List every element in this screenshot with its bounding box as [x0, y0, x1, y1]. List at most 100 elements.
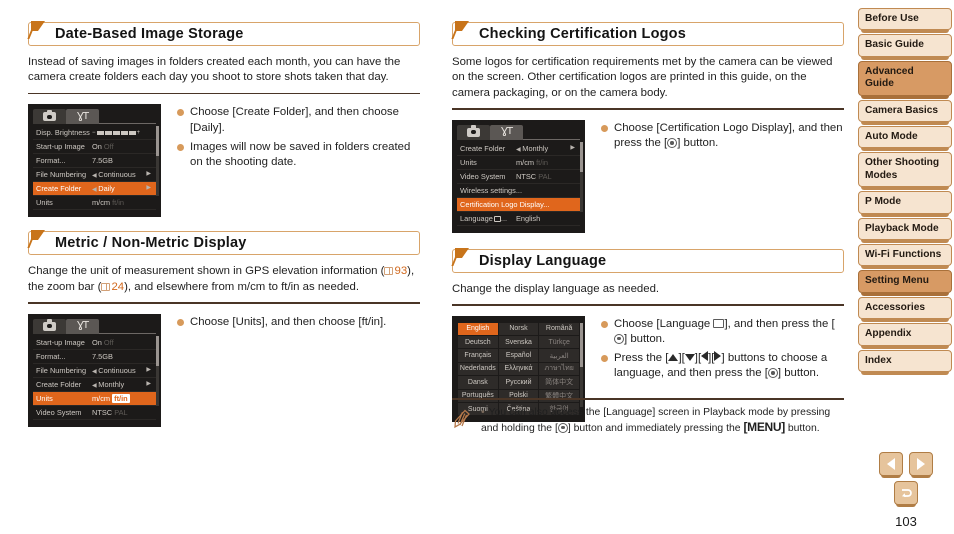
- tab-settings[interactable]: ƔT: [66, 318, 99, 334]
- language-scrollbar[interactable]: [580, 322, 583, 407]
- return-button[interactable]: [894, 481, 918, 507]
- brightness-slider[interactable]: − +: [92, 130, 140, 136]
- section-header: Date-Based Image Storage: [27, 21, 420, 46]
- sidebar-item-advanced-guide[interactable]: Advanced Guide: [858, 60, 952, 99]
- sidebar-item-accessories[interactable]: Accessories: [858, 296, 952, 323]
- menu-row[interactable]: Language... English: [457, 212, 580, 226]
- book-icon: [101, 282, 111, 291]
- right-arrow-icon[interactable]: ▶: [146, 380, 151, 387]
- camera-icon: [43, 319, 56, 331]
- tab-settings[interactable]: ƔT: [490, 124, 523, 140]
- menu-value-alternate: PAL: [538, 171, 552, 181]
- instruction-text: Choose [Create Folder], and then choose …: [190, 106, 399, 134]
- manual-page: Date-Based Image Storage Instead of savi…: [0, 0, 954, 534]
- menu-row[interactable]: Create Folder ◀ Monthly ▶: [33, 378, 156, 392]
- tab-shooting[interactable]: [33, 318, 66, 334]
- sidebar-item-camera-basics[interactable]: Camera Basics: [858, 99, 952, 126]
- sidebar-item-basic-guide[interactable]: Basic Guide: [858, 34, 952, 61]
- menu-row[interactable]: Units m/cm ft/in: [457, 156, 580, 170]
- next-page-button[interactable]: [909, 452, 933, 478]
- section-header: Metric / Non-Metric Display: [27, 230, 420, 256]
- left-arrow-icon: [887, 458, 895, 470]
- menu-row[interactable]: Video System NTSC PAL: [33, 406, 156, 420]
- menu-row[interactable]: Start-up Image On Off: [33, 140, 156, 155]
- right-arrow-icon[interactable]: ▶: [146, 366, 151, 373]
- menu-row-label: Disp. Brightness: [36, 128, 90, 138]
- menu-row[interactable]: Video System NTSC PAL: [457, 170, 580, 184]
- language-option[interactable]: Русский: [498, 376, 539, 389]
- sidebar-item-index[interactable]: Index: [858, 349, 952, 376]
- sidebar-item-wi-fi-functions[interactable]: Wi-Fi Functions: [858, 244, 952, 270]
- sidebar-item-p-mode[interactable]: P Mode: [858, 191, 952, 218]
- section-metric-non-metric-display: Metric / Non-Metric Display Change the u…: [27, 230, 420, 427]
- menu-row-label: Units: [460, 157, 477, 167]
- left-arrow-icon[interactable]: ◀: [92, 383, 98, 389]
- language-option[interactable]: Türkçe: [539, 336, 579, 349]
- page-reference[interactable]: 93: [384, 265, 407, 277]
- language-option[interactable]: Nederlands: [458, 362, 498, 376]
- section-title: Display Language: [479, 252, 607, 269]
- tab-shooting[interactable]: [457, 124, 490, 140]
- language-option[interactable]: Ελληνικά: [498, 362, 539, 376]
- menu-value-alternate: Off: [103, 337, 114, 347]
- language-option[interactable]: English: [458, 322, 498, 336]
- menu-row-label: Create Folder: [460, 143, 506, 153]
- section-description: Instead of saving images in folders crea…: [28, 56, 401, 84]
- menu-row[interactable]: File Numbering ◀ Continuous ▶: [33, 364, 156, 378]
- instruction-item: Press the [][][][] buttons to choose a l…: [601, 350, 844, 382]
- language-option[interactable]: Svenska: [498, 336, 539, 349]
- section-flag-icon: [451, 247, 469, 266]
- language-option[interactable]: Norsk: [498, 322, 539, 336]
- sidebar-item-other-shooting-modes[interactable]: Other Shooting Modes: [858, 152, 952, 191]
- note-text: • You can also access the [Language] scre…: [481, 406, 831, 435]
- menu-row[interactable]: Wireless settings...: [457, 184, 580, 198]
- left-arrow-icon[interactable]: ◀: [92, 187, 98, 193]
- menu-row[interactable]: File Numbering ◀ Continuous ▶: [33, 168, 156, 183]
- language-option[interactable]: ภาษาไทย: [539, 362, 579, 376]
- bullet-dot: [601, 124, 608, 132]
- right-arrow-icon[interactable]: ▶: [146, 184, 151, 191]
- menu-row[interactable]: Units m/cm ft/in: [33, 391, 156, 406]
- left-arrow-icon[interactable]: ◀: [92, 173, 98, 179]
- right-arrow-icon[interactable]: ▶: [570, 144, 575, 151]
- language-option[interactable]: Français: [458, 349, 498, 362]
- sidebar-item-appendix[interactable]: Appendix: [858, 323, 952, 350]
- menu-value-alternate: Off: [103, 142, 114, 152]
- menu-row[interactable]: Certification Logo Display...: [457, 197, 580, 212]
- language-option[interactable]: Română: [539, 322, 579, 336]
- menu-row[interactable]: Units m/cm ft/in: [33, 196, 156, 211]
- language-option[interactable]: Español: [498, 349, 539, 362]
- sidebar-item-auto-mode[interactable]: Auto Mode: [858, 126, 952, 152]
- menu-row[interactable]: Start-up Image On Off: [33, 336, 156, 350]
- language-option[interactable]: العربية: [539, 349, 579, 362]
- menu-row[interactable]: Disp. Brightness − +: [33, 126, 156, 141]
- menu-row[interactable]: Create Folder ◀ Monthly ▶: [457, 142, 580, 156]
- page-reference[interactable]: 24: [101, 281, 124, 293]
- menu-scrollbar[interactable]: [156, 126, 159, 197]
- language-option[interactable]: Deutsch: [458, 336, 498, 349]
- sidebar-item-setting-menu[interactable]: Setting Menu: [858, 270, 952, 297]
- language-option[interactable]: 简体中文: [539, 376, 579, 389]
- menu-scrollbar[interactable]: [580, 141, 583, 212]
- sidebar-item-playback-mode[interactable]: Playback Mode: [858, 217, 952, 244]
- menu-row[interactable]: Create Folder ◀ Daily ▶: [33, 182, 156, 197]
- instruction-item: Choose [Certification Logo Display], and…: [601, 121, 844, 152]
- tab-settings[interactable]: ƔT: [66, 109, 99, 125]
- menu-row[interactable]: Format... 7.5GB: [33, 350, 156, 364]
- sidebar-item-label: Setting Menu: [865, 275, 929, 287]
- menu-row[interactable]: Format... 7.5GB: [33, 154, 156, 169]
- previous-page-button[interactable]: [879, 452, 903, 478]
- language-option[interactable]: Dansk: [458, 376, 498, 389]
- menu-row-label: File Numbering: [36, 365, 87, 375]
- sidebar-item-label: Accessories: [865, 301, 926, 313]
- sidebar-item-label: P Mode: [865, 196, 902, 208]
- left-arrow-icon[interactable]: ◀: [92, 369, 98, 375]
- note-divider: [452, 398, 844, 400]
- func-set-button-icon: [614, 333, 624, 344]
- right-arrow-icon[interactable]: ▶: [146, 170, 151, 177]
- menu-row-label: Certification Logo Display...: [460, 199, 550, 209]
- left-arrow-icon[interactable]: ◀: [516, 147, 522, 153]
- sidebar-item-before-use[interactable]: Before Use: [858, 8, 952, 34]
- tab-shooting[interactable]: [33, 109, 66, 125]
- menu-scrollbar[interactable]: [156, 335, 159, 406]
